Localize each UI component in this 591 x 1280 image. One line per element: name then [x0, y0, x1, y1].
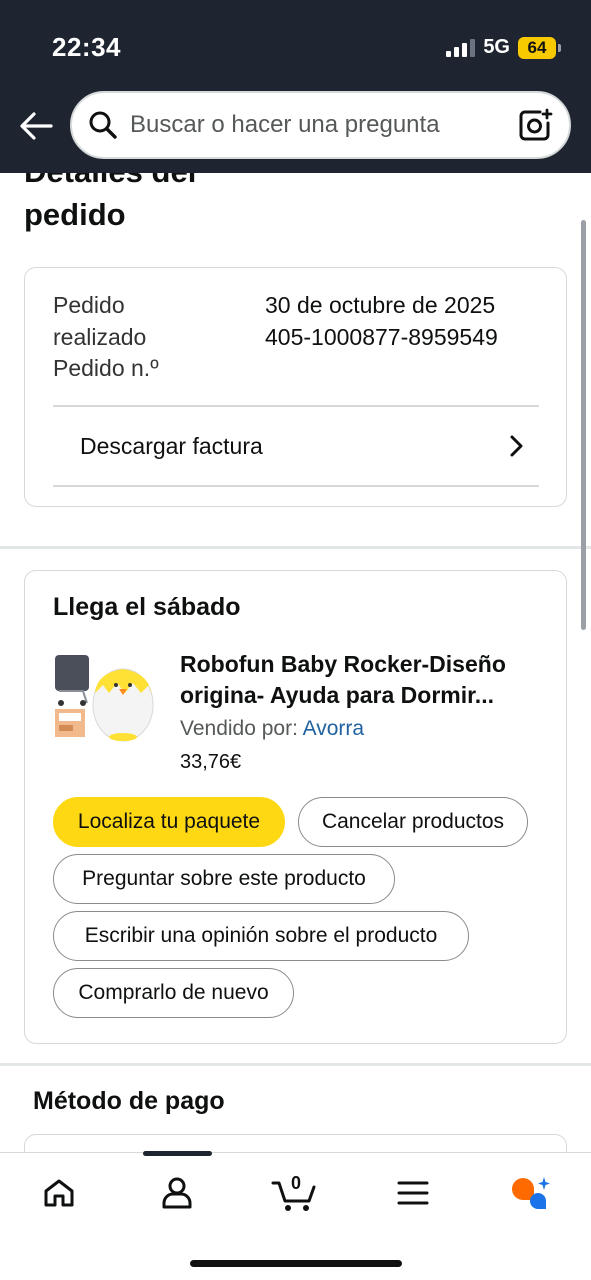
download-invoice-label: Descargar factura — [80, 432, 263, 459]
placed-label-1: Pedido — [53, 292, 125, 318]
product-name-line2: origina- Ayuda para Dormir... — [180, 682, 494, 708]
search-input[interactable] — [130, 111, 517, 139]
top-header: 22:34 5G 64 — [0, 0, 591, 173]
download-invoice-row[interactable]: Descargar factura — [53, 406, 539, 486]
bottom-navigation: 0 — [0, 1151, 591, 1280]
nav-assistant[interactable] — [500, 1171, 560, 1215]
page-title-line2: pedido — [24, 197, 126, 232]
nav-account[interactable] — [147, 1171, 207, 1215]
search-bar[interactable] — [70, 91, 571, 159]
cart-count: 0 — [290, 1173, 301, 1193]
status-indicators: 5G 64 — [446, 36, 561, 59]
network-type: 5G — [483, 36, 510, 58]
battery-level: 64 — [518, 36, 556, 59]
delivery-card: Llega el sábado Robofun Baby Rocker-Dise… — [24, 570, 567, 1044]
ask-product-button[interactable]: Preguntar sobre este producto — [53, 854, 395, 904]
active-tab-indicator — [143, 1151, 212, 1156]
write-review-button[interactable]: Escribir una opinión sobre el producto — [53, 911, 469, 961]
track-package-button[interactable]: Localiza tu paquete — [53, 797, 285, 847]
cancel-items-button[interactable]: Cancelar productos — [298, 797, 528, 847]
delivery-title: Llega el sábado — [53, 593, 241, 621]
battery-icon: 64 — [518, 36, 561, 59]
account-icon — [162, 1177, 192, 1209]
section-separator — [0, 546, 591, 549]
buy-again-button[interactable]: Comprarlo de nuevo — [53, 968, 294, 1018]
menu-icon — [397, 1181, 429, 1205]
chevron-right-icon — [510, 435, 523, 457]
order-labels: Pedido realizado Pedido n.º — [53, 290, 159, 385]
back-button[interactable] — [18, 108, 54, 144]
order-date: 30 de octubre de 2025 — [265, 292, 496, 318]
rufus-assistant-icon — [512, 1177, 550, 1209]
product-image[interactable] — [53, 651, 158, 746]
nav-menu[interactable] — [383, 1171, 443, 1215]
payment-method-title: Método de pago — [33, 1087, 225, 1115]
placed-label-2: realizado — [53, 323, 147, 350]
home-indicator — [190, 1260, 402, 1267]
sold-by-label: Vendido por: — [180, 717, 303, 740]
status-time: 22:34 — [52, 32, 121, 62]
product-price: 33,76€ — [180, 751, 242, 773]
section-separator — [0, 1063, 591, 1066]
divider — [53, 485, 539, 487]
back-arrow-icon — [20, 112, 53, 140]
nav-home[interactable] — [29, 1171, 89, 1215]
camera-lens-icon[interactable] — [517, 107, 553, 143]
search-icon — [89, 111, 117, 139]
home-icon — [44, 1179, 74, 1207]
signal-icon — [446, 38, 476, 57]
order-number: 405-1000877-8959549 — [265, 323, 498, 350]
nav-cart[interactable]: 0 — [264, 1171, 324, 1215]
order-summary-card: Pedido realizado Pedido n.º 30 de octubr… — [24, 267, 567, 507]
order-number-label: Pedido n.º — [53, 355, 159, 381]
order-values: 30 de octubre de 2025 405-1000877-895954… — [265, 290, 498, 353]
product-name[interactable]: Robofun Baby Rocker-Diseño origina- Ayud… — [180, 649, 545, 711]
product-name-line1: Robofun Baby Rocker-Diseño — [180, 651, 506, 677]
scrollbar[interactable] — [581, 220, 586, 630]
sold-by: Vendido por: Avorra — [180, 717, 364, 741]
seller-link[interactable]: Avorra — [303, 717, 364, 740]
